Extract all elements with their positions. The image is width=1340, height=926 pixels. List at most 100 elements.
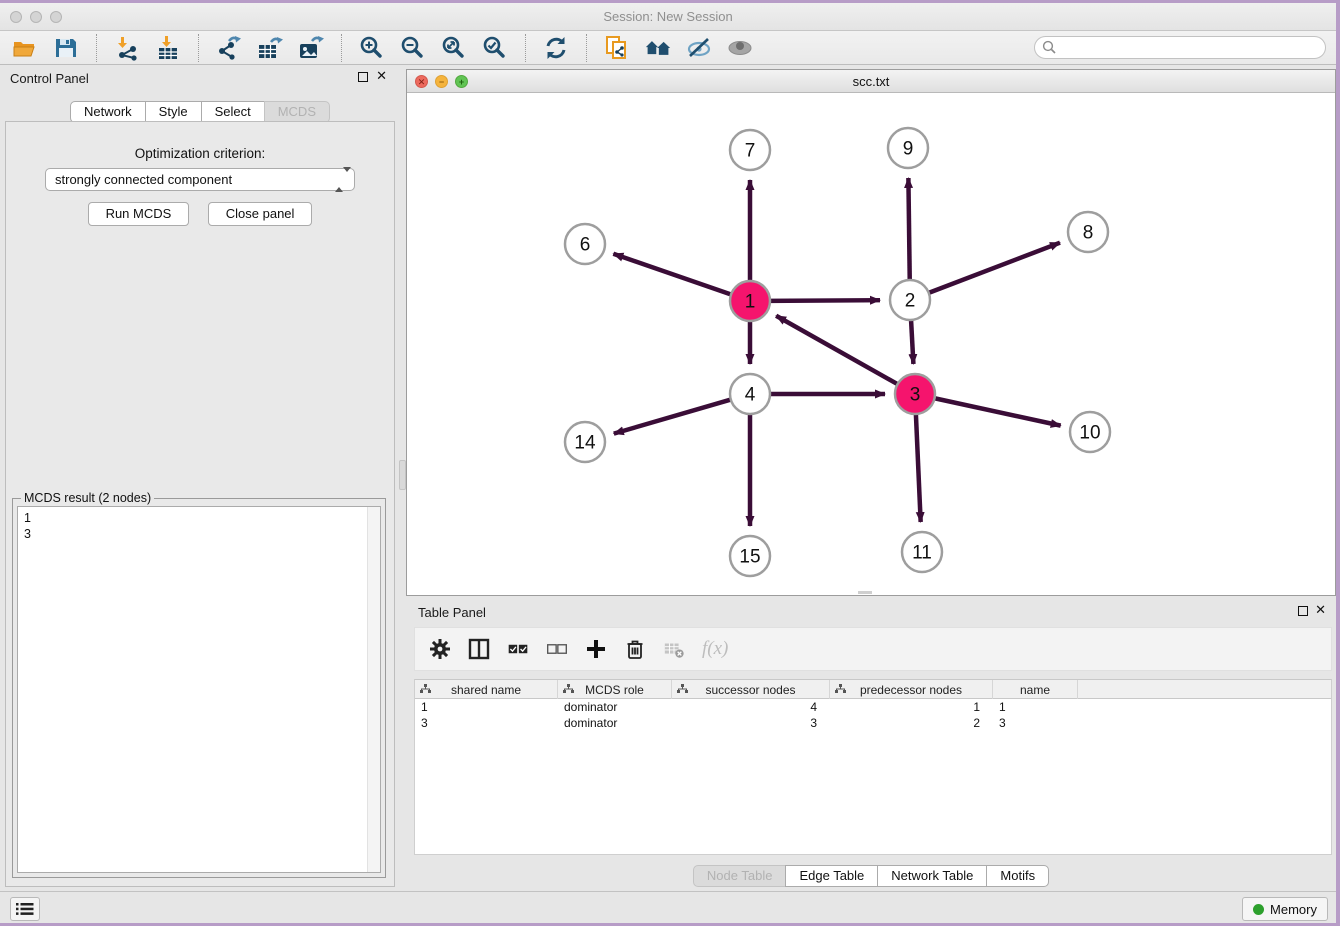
save-icon[interactable]	[53, 35, 79, 61]
zoom-selected-icon[interactable]	[482, 35, 508, 61]
export-image-icon[interactable]	[298, 35, 324, 61]
graph-node-label-2: 2	[905, 291, 916, 312]
duplicate-network-icon[interactable]	[604, 35, 630, 61]
graph-edge-4-14[interactable]	[614, 400, 731, 434]
node-table: shared nameMCDS rolesuccessor nodesprede…	[414, 679, 1332, 855]
control-panel-tabs: NetworkStyleSelectMCDS	[70, 101, 330, 123]
cell-name[interactable]: 3	[993, 715, 1078, 731]
cell-MCDS-role[interactable]: dominator	[558, 715, 672, 731]
graph-edge-3-1[interactable]	[776, 316, 897, 384]
mcds-result-textarea[interactable]: 1 3	[17, 506, 381, 873]
select-stepper-icon	[335, 172, 347, 188]
column-header-name[interactable]: name	[993, 680, 1078, 699]
splitter-grip[interactable]	[399, 460, 406, 490]
import-network-icon[interactable]	[114, 35, 140, 61]
optimization-criterion-label: Optimization criterion:	[6, 146, 394, 161]
show-eye-icon[interactable]	[727, 35, 753, 61]
graph-edge-2-9[interactable]	[908, 178, 909, 280]
export-table-icon[interactable]	[257, 35, 283, 61]
table-toolbar: f(x)	[414, 627, 1332, 671]
table-row[interactable]: 3dominator323	[415, 715, 1331, 731]
select-all-checkboxes-icon[interactable]	[507, 638, 529, 660]
zoom-fit-icon[interactable]	[441, 35, 467, 61]
table-header-row: shared nameMCDS rolesuccessor nodesprede…	[415, 680, 1331, 699]
tab-network-table[interactable]: Network Table	[877, 865, 987, 887]
show-columns-icon[interactable]	[468, 638, 490, 660]
cell-successor-nodes[interactable]: 4	[672, 699, 830, 715]
float-panel-icon[interactable]	[358, 72, 368, 82]
zoom-in-icon[interactable]	[359, 35, 385, 61]
column-header-MCDS-role[interactable]: MCDS role	[558, 680, 672, 699]
search-input[interactable]	[1034, 36, 1326, 59]
cell-MCDS-role[interactable]: dominator	[558, 699, 672, 715]
mcds-result-lines: 1 3	[18, 507, 380, 545]
refresh-icon[interactable]	[543, 35, 569, 61]
cell-successor-nodes[interactable]: 3	[672, 715, 830, 731]
network-graph-canvas[interactable]: 7968124314101511	[407, 93, 1335, 595]
tab-motifs[interactable]: Motifs	[986, 865, 1049, 887]
tab-style[interactable]: Style	[145, 101, 202, 123]
zoom-out-icon[interactable]	[400, 35, 426, 61]
tab-edge-table[interactable]: Edge Table	[785, 865, 878, 887]
table-panel-header: Table Panel ✕	[406, 599, 1336, 625]
graph-edge-1-6[interactable]	[613, 254, 731, 295]
graph-edge-2-8[interactable]	[929, 243, 1060, 293]
settings-gear-icon[interactable]	[429, 638, 451, 660]
graph-edge-3-11[interactable]	[916, 414, 921, 522]
column-header-predecessor-nodes[interactable]: predecessor nodes	[830, 680, 993, 699]
window-title: Session: New Session	[0, 9, 1336, 24]
task-history-button[interactable]	[10, 897, 40, 921]
tab-node-table[interactable]: Node Table	[693, 865, 787, 887]
import-table-icon[interactable]	[155, 35, 181, 61]
tab-mcds[interactable]: MCDS	[264, 101, 330, 123]
close-panel-icon[interactable]: ✕	[1315, 602, 1326, 618]
run-mcds-button[interactable]: Run MCDS	[88, 202, 190, 226]
memory-status-icon	[1253, 904, 1264, 915]
application-window: Session: New Session	[0, 3, 1336, 923]
tab-network[interactable]: Network	[70, 101, 146, 123]
export-network-icon[interactable]	[216, 35, 242, 61]
cell-shared-name[interactable]: 3	[415, 715, 558, 731]
open-file-icon[interactable]	[12, 35, 38, 61]
cell-predecessor-nodes[interactable]: 1	[830, 699, 993, 715]
table-row[interactable]: 1dominator411	[415, 699, 1331, 715]
memory-label: Memory	[1270, 902, 1317, 917]
graph-node-label-10: 10	[1079, 423, 1100, 444]
network-resize-grip[interactable]	[858, 591, 872, 594]
toolbar-separator	[525, 34, 526, 62]
column-header-successor-nodes[interactable]: successor nodes	[672, 680, 830, 699]
cell-name[interactable]: 1	[993, 699, 1078, 715]
cell-shared-name[interactable]: 1	[415, 699, 558, 715]
float-panel-icon[interactable]	[1298, 606, 1308, 616]
control-panel-title: Control Panel	[10, 71, 89, 86]
table-panel-title: Table Panel	[418, 605, 486, 620]
close-panel-icon[interactable]: ✕	[376, 68, 387, 84]
tab-select[interactable]: Select	[201, 101, 265, 123]
apply-function-icon[interactable]: f(x)	[702, 638, 728, 660]
criterion-select[interactable]: strongly connected component	[45, 168, 355, 191]
titlebar: Session: New Session	[0, 3, 1336, 31]
cell-predecessor-nodes[interactable]: 2	[830, 715, 993, 731]
delete-table-icon[interactable]	[663, 638, 685, 660]
graph-node-label-3: 3	[910, 385, 921, 406]
table-panel-tabs: Node TableEdge TableNetwork TableMotifs	[693, 865, 1049, 887]
network-window-titlebar[interactable]: ✕ − + scc.txt	[407, 70, 1335, 93]
add-row-icon[interactable]	[585, 638, 607, 660]
clear-selection-checkboxes-icon[interactable]	[546, 638, 568, 660]
close-panel-button[interactable]: Close panel	[208, 202, 313, 226]
toolbar-separator	[96, 34, 97, 62]
graph-edge-2-3[interactable]	[911, 320, 913, 364]
graph-node-label-7: 7	[745, 141, 756, 162]
mcds-result-group: MCDS result (2 nodes) 1 3	[12, 498, 386, 878]
graph-node-label-11: 11	[912, 543, 932, 564]
graph-edge-3-10[interactable]	[935, 398, 1061, 425]
result-scrollbar[interactable]	[367, 507, 380, 872]
memory-button[interactable]: Memory	[1242, 897, 1328, 921]
hide-eye-icon[interactable]	[686, 35, 712, 61]
list-icon	[16, 902, 34, 916]
toolbar-separator	[586, 34, 587, 62]
delete-row-icon[interactable]	[624, 638, 646, 660]
houses-icon[interactable]	[645, 35, 671, 61]
column-header-shared-name[interactable]: shared name	[415, 680, 558, 699]
graph-edge-1-2[interactable]	[770, 300, 880, 301]
